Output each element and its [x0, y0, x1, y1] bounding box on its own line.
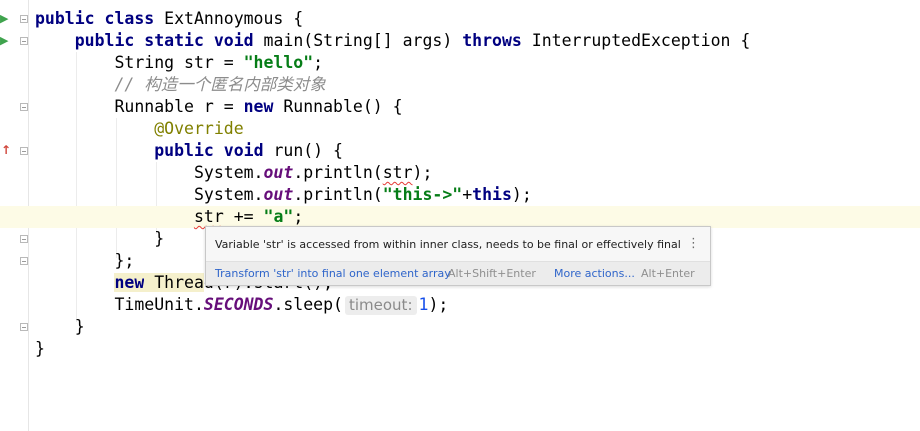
run-class-icon[interactable]: ▶ — [0, 13, 8, 24]
code-line-9: System.out.println("this->"+this); — [193, 185, 532, 204]
code-line-15: } — [74, 317, 85, 336]
fold-icon[interactable] — [20, 235, 28, 243]
fold-icon[interactable] — [20, 257, 28, 265]
code-comment: // 构造一个匿名内部类对象 — [114, 75, 326, 94]
fold-icon[interactable] — [20, 103, 28, 111]
fold-icon[interactable] — [20, 323, 28, 331]
code-line-1: public class ExtAnnoymous { — [35, 9, 304, 28]
action-shortcut: Alt+Shift+Enter — [448, 267, 536, 280]
code-line-16: } — [35, 339, 45, 358]
quick-fix-bar: Transform 'str' into final one element a… — [206, 261, 710, 285]
fold-icon[interactable] — [20, 37, 28, 45]
transform-to-array-action[interactable]: Transform 'str' into final one element a… — [215, 267, 451, 280]
override-icon[interactable]: ↑ — [1, 144, 11, 156]
code-line-14: TimeUnit.SECONDS.sleep(timeout: 1); — [114, 295, 449, 315]
more-options-icon[interactable]: ⋮ — [687, 237, 700, 250]
error-squiggle: str — [193, 207, 224, 226]
code-line-4: // 构造一个匿名内部类对象 — [35, 74, 920, 96]
parameter-hint: timeout: — [344, 296, 417, 315]
code-line-5: Runnable r = new Runnable() { — [114, 97, 403, 116]
code-line-10-current: str += "a"; — [0, 206, 920, 228]
code-line-3: String str = "hello"; — [114, 53, 324, 72]
fold-icon[interactable] — [20, 15, 28, 23]
error-squiggle: str — [382, 163, 413, 182]
more-actions-link[interactable]: More actions... — [554, 267, 635, 280]
fold-icon[interactable] — [20, 147, 28, 155]
error-message: Variable 'str' is accessed from within i… — [215, 238, 681, 251]
error-tooltip-popup: Variable 'str' is accessed from within i… — [205, 226, 711, 286]
code-line-8: System.out.println(str); — [193, 163, 433, 182]
code-line-2: public static void main(String[] args) t… — [74, 31, 751, 50]
more-actions-shortcut: Alt+Enter — [641, 267, 695, 280]
code-line-7: public void run() { — [154, 141, 343, 160]
run-main-icon[interactable]: ▶ — [0, 35, 8, 46]
code-line-6: @Override — [154, 119, 244, 138]
